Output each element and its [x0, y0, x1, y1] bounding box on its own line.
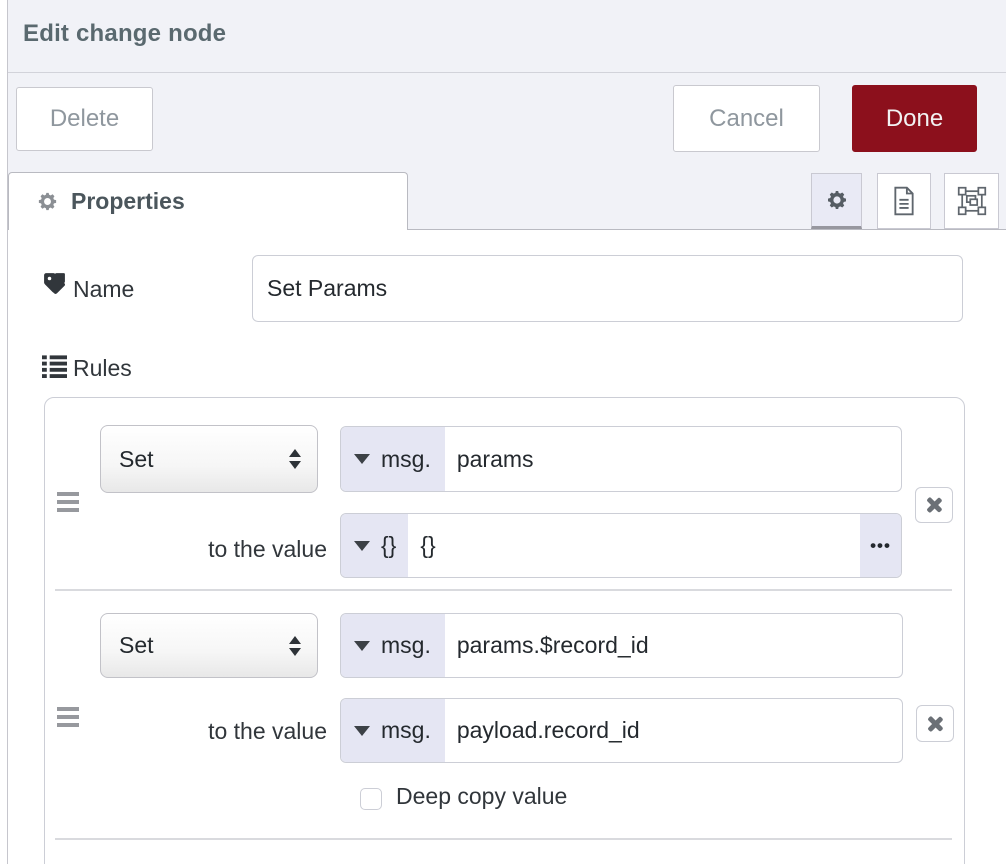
chevron-down-icon	[354, 726, 370, 736]
dialog-title: Edit change node	[23, 20, 226, 48]
select-arrows-icon	[289, 449, 301, 469]
property-type-button[interactable]: msg.	[341, 614, 445, 677]
appearance-tab-button[interactable]	[944, 173, 999, 229]
property-input[interactable]	[445, 427, 901, 491]
close-icon	[926, 497, 942, 513]
to-the-value-label: to the value	[100, 536, 327, 563]
value-type-label: msg.	[381, 717, 431, 744]
select-arrows-icon	[289, 636, 301, 656]
property-type-button[interactable]: msg.	[341, 427, 445, 491]
document-icon	[891, 186, 917, 216]
rule-value-typed-input: {} •••	[340, 513, 902, 578]
rule-divider	[55, 838, 952, 840]
rule-value-typed-input: msg.	[340, 698, 903, 763]
rules-label: Rules	[73, 355, 132, 382]
value-type-button[interactable]: msg.	[341, 699, 445, 762]
node-appearance-icon	[957, 186, 987, 216]
name-label: Name	[73, 276, 134, 303]
name-input[interactable]	[252, 255, 963, 322]
deep-copy-checkbox[interactable]	[360, 788, 382, 810]
description-tab-button[interactable]	[877, 173, 931, 229]
rule-action-select[interactable]: Set	[100, 425, 318, 493]
rule-drag-handle[interactable]	[57, 707, 79, 731]
ellipsis-icon: •••	[870, 536, 891, 556]
chevron-down-icon	[354, 541, 370, 551]
edit-change-node-dialog: Edit change node Delete Cancel Done Prop…	[0, 0, 1006, 864]
chevron-down-icon	[354, 641, 370, 651]
chevron-down-icon	[354, 454, 370, 464]
tab-properties-label: Properties	[71, 188, 185, 215]
to-the-value-label: to the value	[100, 718, 327, 745]
list-icon	[42, 353, 67, 378]
deep-copy-label: Deep copy value	[396, 783, 567, 810]
value-type-label: {}	[381, 532, 396, 559]
value-input[interactable]	[445, 699, 902, 762]
tab-properties[interactable]: Properties	[8, 172, 408, 230]
property-type-label: msg.	[381, 446, 431, 473]
value-type-button[interactable]: {}	[341, 514, 408, 577]
rule-property-typed-input: msg.	[340, 613, 903, 678]
gear-icon	[36, 190, 59, 213]
property-input[interactable]	[445, 614, 902, 677]
rule-divider	[55, 589, 952, 591]
cancel-button[interactable]: Cancel	[673, 85, 820, 152]
value-input[interactable]	[408, 514, 860, 577]
remove-rule-button[interactable]	[915, 487, 953, 523]
delete-button[interactable]: Delete	[16, 87, 153, 151]
properties-tab-button[interactable]	[811, 173, 862, 229]
remove-rule-button[interactable]	[916, 705, 954, 742]
property-type-label: msg.	[381, 632, 431, 659]
dialog-header: Edit change node	[8, 0, 1006, 73]
gear-icon	[825, 188, 849, 212]
tag-icon	[42, 271, 67, 296]
expand-editor-button[interactable]: •••	[860, 514, 901, 577]
rule-action-value: Set	[119, 632, 154, 659]
rule-action-value: Set	[119, 446, 154, 473]
close-icon	[927, 716, 943, 732]
rule-action-select[interactable]: Set	[100, 613, 318, 678]
rule-drag-handle[interactable]	[57, 492, 79, 516]
done-button[interactable]: Done	[852, 85, 977, 152]
rule-property-typed-input: msg.	[340, 426, 902, 492]
